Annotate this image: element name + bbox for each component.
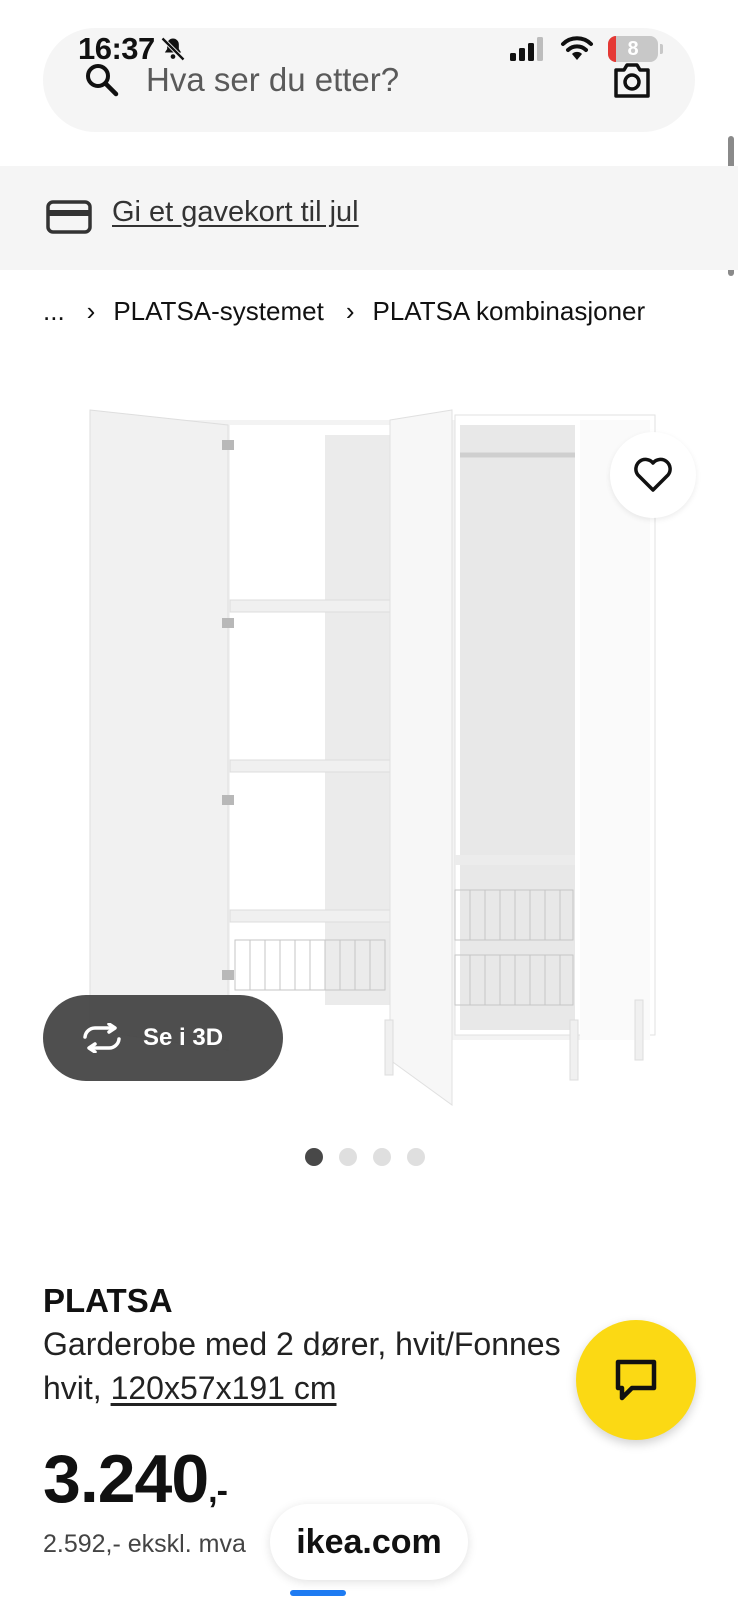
rotate-3d-icon	[83, 1023, 121, 1053]
pagination-dot-2[interactable]	[339, 1148, 357, 1166]
chat-button[interactable]	[576, 1320, 696, 1440]
chevron-right-icon: ›	[86, 296, 96, 326]
price-value: 3.240	[43, 1441, 209, 1517]
browser-url-bar[interactable]: ikea.com	[270, 1504, 468, 1580]
product-dimensions-link[interactable]: 120x57x191 cm	[111, 1370, 337, 1406]
product-price: 3.240,-	[43, 1440, 228, 1518]
card-icon	[46, 200, 92, 234]
wishlist-button[interactable]	[610, 432, 696, 518]
chat-bubble-icon	[615, 1359, 657, 1401]
chevron-right-icon: ›	[345, 296, 355, 326]
pagination-dot-3[interactable]	[373, 1148, 391, 1166]
heart-icon	[634, 457, 672, 492]
search-icon[interactable]	[84, 62, 120, 98]
price-ex-vat: 2.592,- ekskl. mva	[43, 1530, 246, 1558]
image-pagination	[305, 1148, 425, 1166]
view-3d-button[interactable]: Se i 3D	[43, 995, 283, 1081]
breadcrumb-platsa-combinations[interactable]: PLATSA kombinasjoner	[372, 296, 645, 327]
battery-icon: 8	[608, 36, 663, 62]
page-load-progress	[290, 1590, 346, 1596]
battery-level: 8	[627, 37, 639, 60]
view-3d-label: Se i 3D	[143, 1024, 224, 1051]
product-description: Garderobe med 2 dører, hvit/Fonnes hvit,…	[43, 1322, 603, 1410]
gift-card-link[interactable]: Gi et gavekort til jul	[112, 196, 359, 229]
breadcrumb-platsa-system[interactable]: PLATSA-systemet	[113, 296, 323, 327]
breadcrumb: ... › PLATSA-systemet › PLATSA kombinasj…	[43, 296, 645, 327]
breadcrumb-ellipsis[interactable]: ...	[43, 296, 65, 327]
camera-icon[interactable]	[612, 62, 652, 98]
pagination-dot-4[interactable]	[407, 1148, 425, 1166]
pagination-dot-1[interactable]	[305, 1148, 323, 1166]
product-name: PLATSA	[43, 1282, 173, 1319]
search-input[interactable]	[146, 58, 576, 102]
price-suffix: ,-	[208, 1472, 228, 1510]
gift-card-banner[interactable]: Gi et gavekort til jul	[0, 166, 738, 270]
